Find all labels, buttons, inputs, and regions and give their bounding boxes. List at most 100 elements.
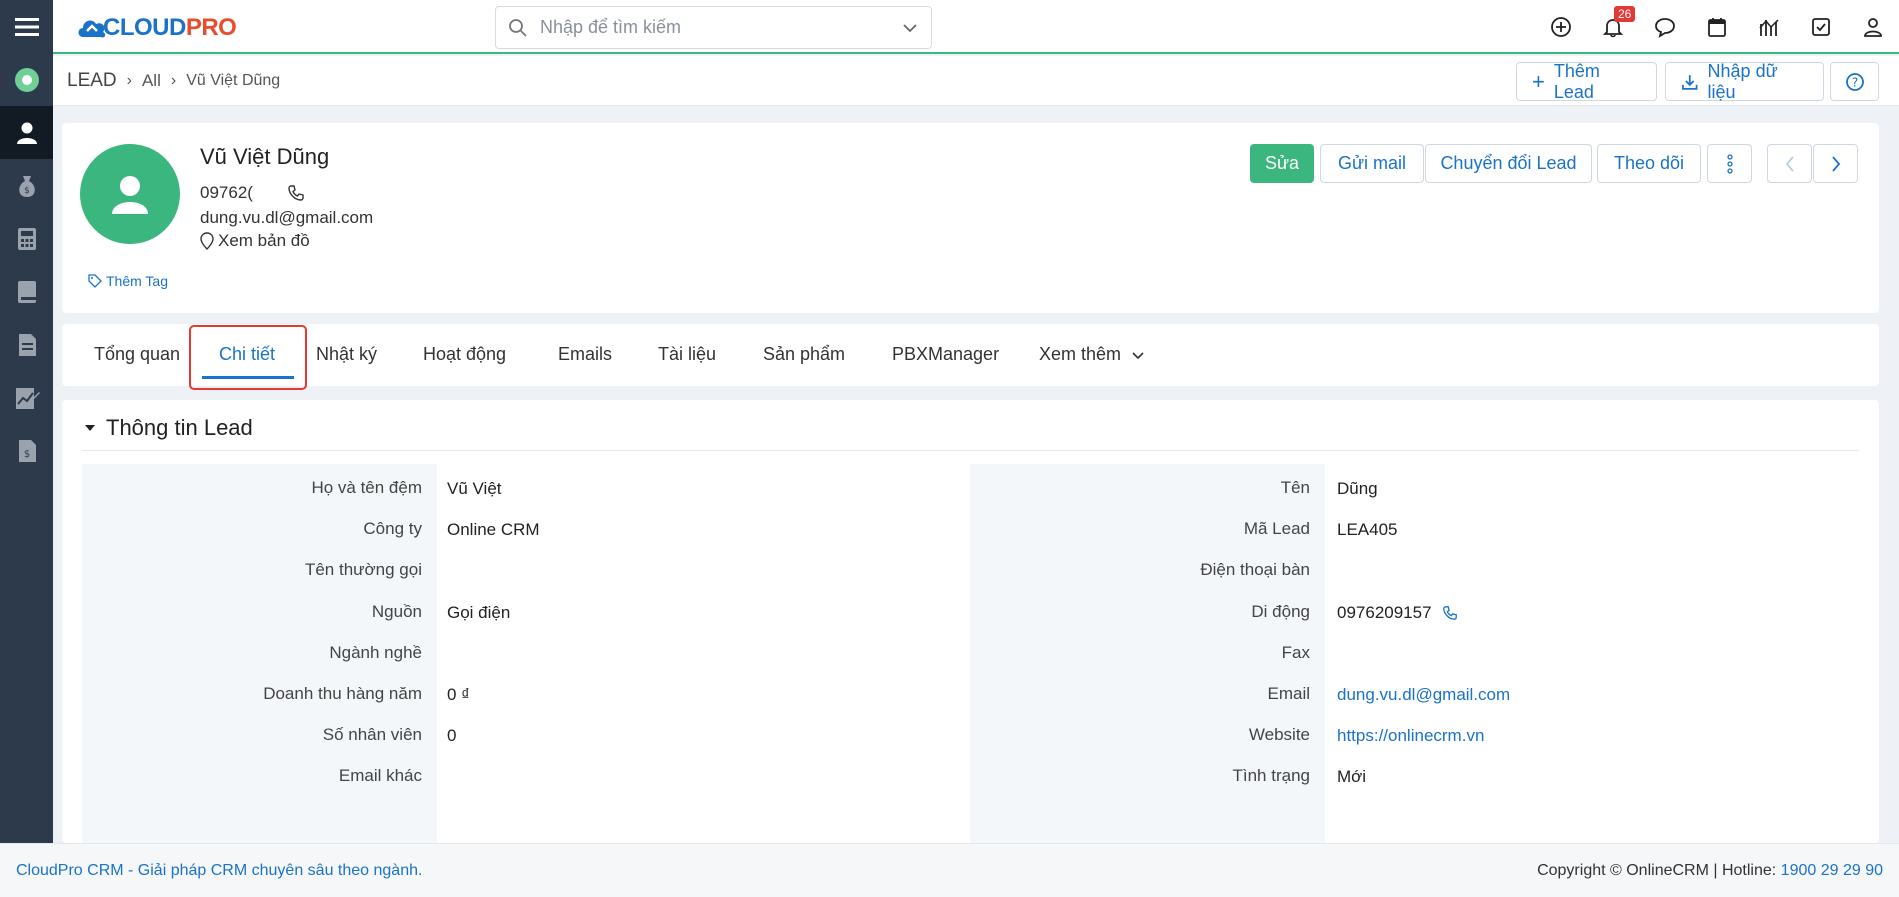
invoice-icon[interactable]: $ xyxy=(0,424,53,477)
report-icon[interactable] xyxy=(1743,0,1795,54)
footer-copyright: Copyright © OnlineCRM | Hotline: 1900 29… xyxy=(1537,862,1883,879)
field-value-website[interactable]: https://onlinecrm.vn xyxy=(1337,726,1484,746)
book-icon[interactable] xyxy=(0,265,53,318)
field-label-ho-va-ten-dem: Họ và tên đệm xyxy=(311,478,422,497)
lead-email: dung.vu.dl@gmail.com xyxy=(200,208,374,227)
user-icon[interactable] xyxy=(0,106,53,159)
breadcrumb-filter[interactable]: All xyxy=(142,71,161,91)
search-box[interactable]: Nhập để tìm kiếm xyxy=(495,6,932,49)
field-label-so-nhan-vien: Số nhân viên xyxy=(322,725,422,745)
chevron-right-icon xyxy=(1831,155,1840,172)
tab-activities[interactable]: Hoạt động xyxy=(423,344,506,365)
help-icon: ? xyxy=(1845,72,1864,91)
tab-overview[interactable]: Tổng quan xyxy=(94,344,180,365)
send-mail-button[interactable]: Gửi mail xyxy=(1320,144,1424,183)
add-circle-icon[interactable] xyxy=(1535,0,1587,54)
field-value-doanh-thu-hang-nam[interactable]: 0 ₫ xyxy=(447,685,470,705)
help-button[interactable]: ? xyxy=(1830,62,1879,101)
field-label-tinh-trang: Tình trạng xyxy=(1232,766,1311,786)
calendar-icon[interactable] xyxy=(1691,0,1743,54)
next-record-button[interactable] xyxy=(1813,144,1858,183)
section-header[interactable]: Thông tin Lead xyxy=(84,415,253,441)
svg-text:$: $ xyxy=(24,186,30,196)
document-icon[interactable] xyxy=(0,318,53,371)
field-value-di-dong[interactable]: 0976209157 xyxy=(1337,603,1458,623)
breadcrumb-current: Vũ Việt Dũng xyxy=(186,72,281,89)
chevron-left-icon xyxy=(1785,155,1794,172)
follow-button[interactable]: Theo dõi xyxy=(1597,144,1701,183)
lead-phone: 09762( xyxy=(200,183,305,203)
highlight-box xyxy=(189,325,307,390)
field-value-cong-ty[interactable]: Online CRM xyxy=(447,520,540,540)
field-value-ma-lead[interactable]: LEA405 xyxy=(1337,520,1398,540)
field-label-email: Email xyxy=(1267,684,1310,703)
tab-emails[interactable]: Emails xyxy=(558,344,612,365)
caret-down-icon xyxy=(85,425,95,431)
field-value-ho-va-ten-dem[interactable]: Vũ Việt xyxy=(447,479,502,499)
field-label-ma-lead: Mã Lead xyxy=(1243,519,1310,539)
breadcrumb-bar: LEAD › All › Vũ Việt Dũng + Thêm Lead Nh… xyxy=(53,56,1899,106)
field-value-ten[interactable]: Dũng xyxy=(1337,479,1378,499)
field-label-ten: Tên xyxy=(1280,478,1310,497)
tag-icon xyxy=(88,274,102,288)
left-sidebar: $ $ xyxy=(0,0,53,843)
task-icon[interactable] xyxy=(1795,0,1847,54)
tab-more[interactable]: Xem thêm xyxy=(1039,344,1145,365)
field-label-email-khac: Email khác xyxy=(338,766,422,786)
chart-icon[interactable] xyxy=(0,371,53,424)
lead-profile-card: Vũ Việt Dũng 09762( dung.vu.dl@gmail.com… xyxy=(62,123,1879,313)
chevron-right-icon: › xyxy=(170,72,177,89)
chevron-down-icon[interactable] xyxy=(901,19,919,37)
top-bar: CLOUDPRO Nhập để tìm kiếm 26 xyxy=(53,0,1899,54)
top-icons: 26 xyxy=(1535,0,1899,54)
notification-badge: 26 xyxy=(1614,6,1636,22)
plus-icon: + xyxy=(1532,68,1545,94)
import-data-button[interactable]: Nhập dữ liệu xyxy=(1665,61,1824,102)
menu-icon[interactable] xyxy=(0,0,53,53)
convert-lead-button[interactable]: Chuyển đổi Lead xyxy=(1425,144,1592,183)
tab-log[interactable]: Nhật ký xyxy=(316,344,377,365)
profile-icon[interactable] xyxy=(1847,0,1899,54)
field-value-nguon[interactable]: Gọi điện xyxy=(447,603,510,623)
phone-icon[interactable] xyxy=(1442,605,1458,621)
bell-icon[interactable]: 26 xyxy=(1587,0,1639,54)
field-label-fax: Fax xyxy=(1281,642,1310,662)
add-tag-link[interactable]: Thêm Tag xyxy=(88,273,168,289)
field-label-dien-thoai-ban: Điện thoại bàn xyxy=(1200,560,1310,580)
more-actions-button[interactable] xyxy=(1707,144,1752,183)
lead-name: Vũ Việt Dũng xyxy=(200,144,330,169)
edit-button[interactable]: Sửa xyxy=(1250,144,1314,183)
section-divider xyxy=(82,450,1859,451)
add-lead-button[interactable]: + Thêm Lead xyxy=(1516,61,1657,102)
field-value-email[interactable]: dung.vu.dl@gmail.com xyxy=(1337,685,1510,705)
svg-text:$: $ xyxy=(23,449,29,460)
chat-icon[interactable] xyxy=(1639,0,1691,54)
hotline-link[interactable]: 1900 29 29 90 xyxy=(1781,862,1883,879)
field-label-di-dong: Di động xyxy=(1251,601,1310,621)
tab-pbxmanager[interactable]: PBXManager xyxy=(892,344,999,365)
previous-record-button[interactable] xyxy=(1767,144,1812,183)
field-value-tinh-trang[interactable]: Mới xyxy=(1337,767,1366,787)
breadcrumb: LEAD › All › Vũ Việt Dũng xyxy=(67,70,280,92)
search-input[interactable]: Nhập để tìm kiếm xyxy=(540,17,681,38)
field-label-cong-ty: Công ty xyxy=(363,519,422,539)
field-label-nganh-nghe: Ngành nghề xyxy=(329,642,422,662)
chevron-right-icon: › xyxy=(126,72,132,89)
location-pin-icon xyxy=(200,232,214,250)
footer-tagline[interactable]: CloudPro CRM - Giải pháp CRM chuyên sâu … xyxy=(16,862,422,880)
tab-documents[interactable]: Tài liệu xyxy=(658,344,716,365)
field-label-nguon: Nguồn xyxy=(371,601,422,621)
chevron-down-icon xyxy=(1132,351,1144,359)
breadcrumb-module[interactable]: LEAD xyxy=(67,70,117,92)
dashboard-icon[interactable] xyxy=(0,53,53,106)
record-tabs: Tổng quan Chi tiết Nhật ký Hoạt động Ema… xyxy=(62,324,1879,386)
phone-icon[interactable] xyxy=(287,184,305,202)
field-value-so-nhan-vien[interactable]: 0 xyxy=(447,726,456,746)
tab-products[interactable]: Sản phẩm xyxy=(763,344,845,365)
right-value-column xyxy=(1326,464,1846,843)
field-label-doanh-thu-hang-nam: Doanh thu hàng năm xyxy=(263,684,422,703)
cloudpro-logo[interactable]: CLOUDPRO xyxy=(75,10,237,46)
view-map-link[interactable]: Xem bản đồ xyxy=(200,231,310,251)
money-bag-icon[interactable]: $ xyxy=(0,159,53,212)
calculator-icon[interactable] xyxy=(0,212,53,265)
